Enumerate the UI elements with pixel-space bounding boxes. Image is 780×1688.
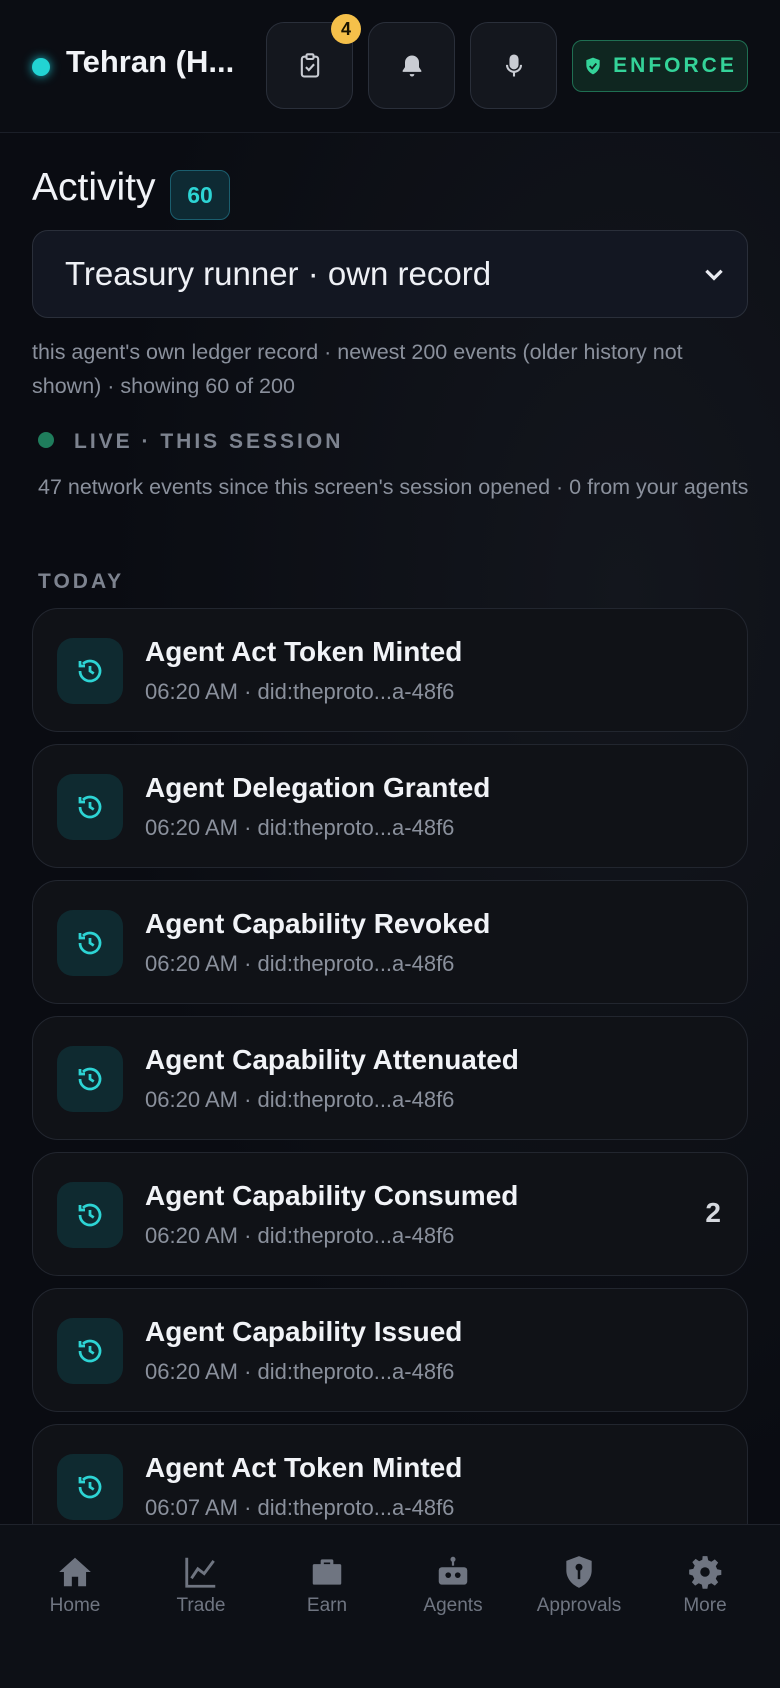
event-subtitle: 06:20 AM · did:theproto...a-48f6 (145, 815, 455, 840)
history-icon (78, 1475, 102, 1499)
history-icon (78, 1203, 102, 1227)
nav-agents-label: Agents (423, 1595, 483, 1616)
nav-trade-label: Trade (176, 1595, 226, 1616)
gear-icon (689, 1556, 722, 1589)
nav-approvals[interactable]: Approvals (524, 1553, 634, 1617)
nav-earn-label: Earn (306, 1595, 348, 1616)
microphone-icon (505, 53, 522, 76)
page-title: Activity (32, 166, 156, 209)
history-icon (78, 1339, 102, 1363)
chart-line-icon (185, 1557, 216, 1588)
live-session-text: 47 network events since this screen's se… (38, 475, 749, 499)
nav-trade[interactable]: Trade (146, 1553, 256, 1617)
event-subtitle: 06:20 AM · did:theproto...a-48f6 (145, 1223, 455, 1248)
node-status-dot (32, 58, 50, 76)
live-indicator-dot (38, 432, 54, 448)
event-subtitle: 06:20 AM · did:theproto...a-48f6 (145, 951, 455, 976)
event-title: Agent Capability Issued (145, 1316, 463, 1347)
nav-home-label: Home (49, 1595, 101, 1616)
history-icon (78, 931, 102, 955)
record-selector[interactable]: Treasury runner · own record (32, 230, 748, 318)
event-subtitle: 06:20 AM · did:theproto...a-48f6 (145, 1359, 455, 1384)
event-icon-box (57, 774, 123, 840)
bell-icon (402, 55, 421, 76)
event-title: Agent Capability Revoked (145, 908, 491, 939)
event-icon-box (57, 1318, 123, 1384)
event-row[interactable]: Agent Capability Issued 06:20 AM · did:t… (32, 1288, 748, 1412)
event-row[interactable]: Agent Capability Revoked 06:20 AM · did:… (32, 880, 748, 1004)
event-icon-box (57, 1182, 123, 1248)
section-header-today: TODAY (38, 570, 125, 593)
event-title: Agent Act Token Minted (145, 636, 463, 667)
event-icon-box (57, 1046, 123, 1112)
event-title: Agent Act Token Minted (145, 1452, 463, 1483)
event-row[interactable]: Agent Delegation Granted 06:20 AM · did:… (32, 744, 748, 868)
event-subtitle: 06:07 AM · did:theproto...a-48f6 (145, 1495, 455, 1520)
home-icon (59, 1557, 91, 1587)
briefcase-icon (312, 1559, 342, 1585)
nav-approvals-label: Approvals (536, 1595, 622, 1616)
node-name[interactable]: Tehran (H... (66, 44, 246, 80)
event-title: Agent Capability Consumed (145, 1180, 519, 1211)
shield-key-icon (566, 1556, 592, 1588)
nav-earn[interactable]: Earn (272, 1553, 382, 1617)
chevron-down-icon (705, 269, 723, 281)
top-bar: Tehran (H... 4 ENFORCE (0, 0, 780, 133)
nav-agents[interactable]: Agents (398, 1553, 508, 1617)
notifications-button[interactable] (368, 22, 455, 109)
activity-count-badge: 60 (170, 170, 230, 220)
event-row[interactable]: Agent Act Token Minted 06:20 AM · did:th… (32, 608, 748, 732)
nav-more[interactable]: More (650, 1553, 760, 1617)
live-session-label: LIVE · THIS SESSION (74, 430, 344, 453)
event-title: Agent Capability Attenuated (145, 1044, 519, 1075)
event-icon-box (57, 638, 123, 704)
event-count: 2 (705, 1197, 721, 1228)
event-row[interactable]: Agent Capability Consumed 06:20 AM · did… (32, 1152, 748, 1276)
nav-more-label: More (683, 1595, 727, 1616)
history-icon (78, 795, 102, 819)
enforce-label: ENFORCE (613, 54, 737, 77)
history-icon (78, 1067, 102, 1091)
event-subtitle: 06:20 AM · did:theproto...a-48f6 (145, 679, 455, 704)
event-icon-box (57, 910, 123, 976)
record-description: this agent's own ledger record · newest … (32, 340, 683, 398)
robot-icon (438, 1556, 468, 1585)
event-subtitle: 06:20 AM · did:theproto...a-48f6 (145, 1087, 455, 1112)
shield-check-icon (586, 57, 600, 75)
event-icon-box (57, 1454, 123, 1520)
record-selector-value: Treasury runner · own record (65, 255, 492, 292)
enforce-mode-badge[interactable]: ENFORCE (572, 40, 748, 92)
event-row[interactable]: Agent Capability Attenuated 06:20 AM · d… (32, 1016, 748, 1140)
clipboard-check-icon (300, 52, 319, 78)
tasks-badge: 4 (331, 14, 361, 44)
bottom-nav: Home Trade Earn Agents Approvals More (0, 1524, 780, 1688)
history-icon (78, 659, 102, 683)
app-root: Tehran (H... 4 ENFORCE Activity 60 Treas… (0, 0, 780, 1688)
voice-button[interactable] (470, 22, 557, 109)
event-title: Agent Delegation Granted (145, 772, 491, 803)
nav-home[interactable]: Home (20, 1553, 130, 1617)
